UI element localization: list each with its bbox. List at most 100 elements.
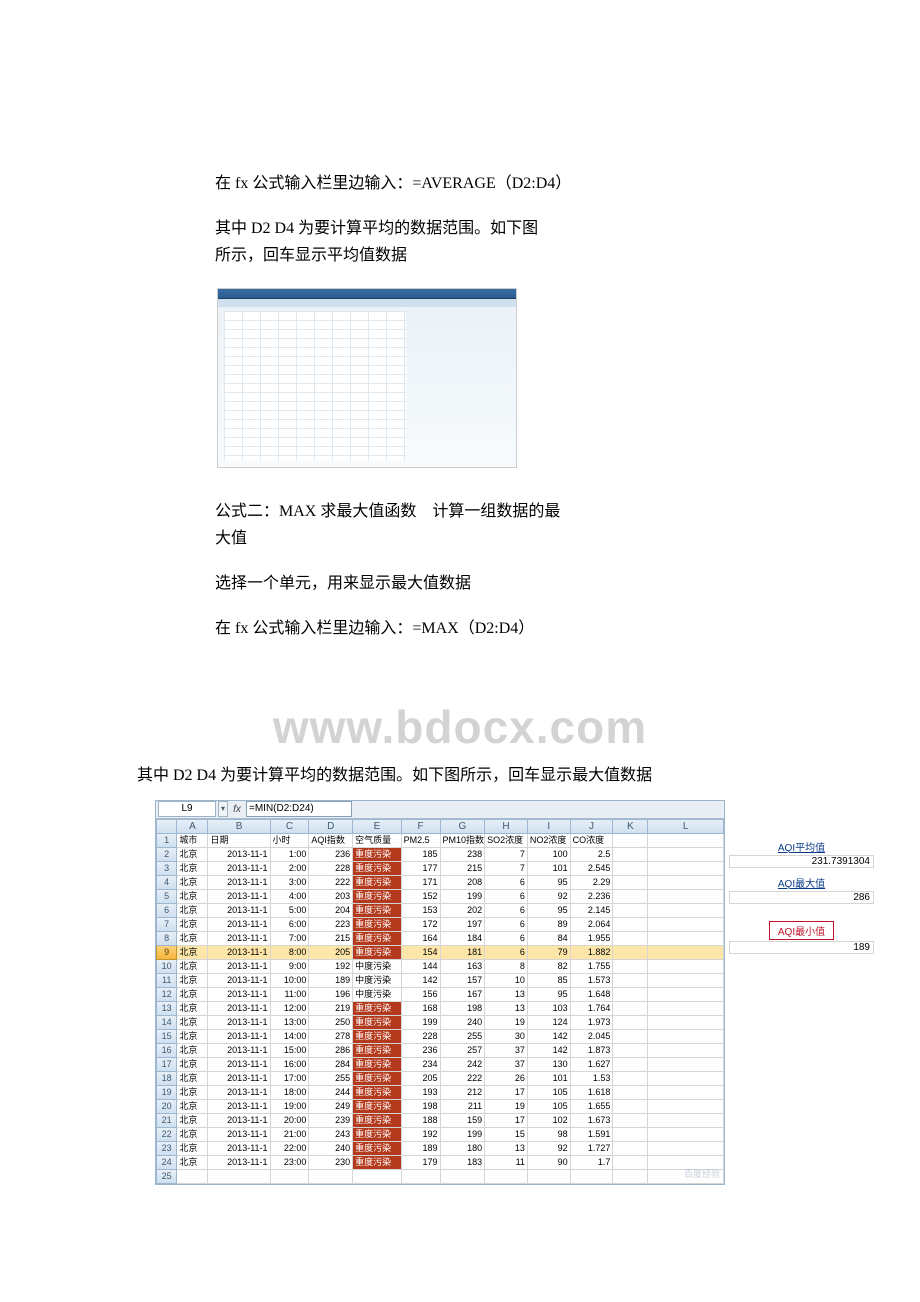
cell[interactable]: 142 bbox=[528, 1030, 571, 1044]
cell[interactable] bbox=[485, 1170, 528, 1184]
cell[interactable]: 156 bbox=[402, 988, 441, 1002]
cell[interactable]: 13 bbox=[485, 1142, 528, 1156]
cell[interactable]: NO2浓度 bbox=[528, 834, 571, 848]
cell[interactable]: 13 bbox=[485, 1002, 528, 1016]
cell[interactable]: 中度污染 bbox=[353, 988, 402, 1002]
cell[interactable]: 98 bbox=[528, 1128, 571, 1142]
row-header[interactable]: 18 bbox=[156, 1072, 177, 1086]
cell[interactable]: 242 bbox=[441, 1058, 486, 1072]
row-header[interactable]: 11 bbox=[156, 974, 177, 988]
cell[interactable]: 2013-11-1 bbox=[208, 1044, 270, 1058]
cell[interactable]: PM10指数 bbox=[441, 834, 486, 848]
cell[interactable]: 222 bbox=[441, 1072, 486, 1086]
cell[interactable]: 北京 bbox=[177, 946, 208, 960]
cell[interactable]: 重度污染 bbox=[353, 1114, 402, 1128]
cell[interactable]: AQI指数 bbox=[309, 834, 353, 848]
cell[interactable]: 211 bbox=[441, 1100, 486, 1114]
cell[interactable]: 15:00 bbox=[271, 1044, 310, 1058]
cell[interactable] bbox=[613, 1170, 648, 1184]
cell[interactable]: 154 bbox=[402, 946, 441, 960]
cell[interactable]: 30 bbox=[485, 1030, 528, 1044]
cell[interactable]: 250 bbox=[309, 1016, 353, 1030]
cell[interactable]: 199 bbox=[441, 890, 486, 904]
cell[interactable]: 199 bbox=[402, 1016, 441, 1030]
row-header[interactable]: 7 bbox=[156, 918, 177, 932]
cell[interactable]: 北京 bbox=[177, 1030, 208, 1044]
cell[interactable]: 1.591 bbox=[571, 1128, 614, 1142]
cell[interactable] bbox=[402, 1170, 441, 1184]
cell[interactable]: 7 bbox=[485, 848, 528, 862]
cell[interactable]: 16:00 bbox=[271, 1058, 310, 1072]
cell[interactable] bbox=[613, 904, 648, 918]
cell[interactable]: 2013-11-1 bbox=[208, 946, 270, 960]
cell[interactable] bbox=[613, 1142, 648, 1156]
cell[interactable] bbox=[613, 890, 648, 904]
cell[interactable]: 小时 bbox=[271, 834, 310, 848]
cell[interactable]: 92 bbox=[528, 1142, 571, 1156]
cell[interactable]: 1.673 bbox=[571, 1114, 614, 1128]
cell[interactable]: 212 bbox=[441, 1086, 486, 1100]
cell[interactable]: 北京 bbox=[177, 1114, 208, 1128]
cell[interactable]: 8:00 bbox=[271, 946, 310, 960]
col-header[interactable]: E bbox=[353, 819, 402, 834]
cell[interactable]: 重度污染 bbox=[353, 1100, 402, 1114]
cell[interactable]: 101 bbox=[528, 1072, 571, 1086]
cell[interactable] bbox=[613, 862, 648, 876]
cell[interactable]: 255 bbox=[309, 1072, 353, 1086]
cell[interactable]: 6 bbox=[485, 932, 528, 946]
row-header[interactable]: 1 bbox=[156, 834, 177, 848]
cell[interactable] bbox=[613, 1128, 648, 1142]
cell[interactable] bbox=[571, 1170, 614, 1184]
cell[interactable]: 北京 bbox=[177, 1058, 208, 1072]
cell[interactable] bbox=[613, 918, 648, 932]
cell[interactable]: 重度污染 bbox=[353, 1156, 402, 1170]
cell[interactable] bbox=[648, 1128, 724, 1142]
cell[interactable]: 177 bbox=[402, 862, 441, 876]
cell[interactable] bbox=[648, 876, 724, 890]
cell[interactable]: 2013-11-1 bbox=[208, 848, 270, 862]
row-header[interactable]: 25 bbox=[156, 1170, 177, 1184]
row-header[interactable]: 22 bbox=[156, 1128, 177, 1142]
cell[interactable]: 189 bbox=[309, 974, 353, 988]
row-header[interactable]: 21 bbox=[156, 1114, 177, 1128]
cell[interactable]: 103 bbox=[528, 1002, 571, 1016]
cell[interactable]: 79 bbox=[528, 946, 571, 960]
cell[interactable]: 19 bbox=[485, 1100, 528, 1114]
col-header[interactable]: D bbox=[309, 819, 353, 834]
cell[interactable]: 167 bbox=[441, 988, 486, 1002]
cell[interactable]: 1.973 bbox=[571, 1016, 614, 1030]
cell[interactable]: 重度污染 bbox=[353, 1058, 402, 1072]
cell[interactable] bbox=[613, 960, 648, 974]
cell[interactable]: 124 bbox=[528, 1016, 571, 1030]
cell[interactable]: 2:00 bbox=[271, 862, 310, 876]
cell[interactable] bbox=[648, 1086, 724, 1100]
cell[interactable]: 6 bbox=[485, 876, 528, 890]
cell[interactable]: 2013-11-1 bbox=[208, 890, 270, 904]
cell[interactable]: 228 bbox=[309, 862, 353, 876]
cell[interactable] bbox=[208, 1170, 270, 1184]
cell[interactable]: 14:00 bbox=[271, 1030, 310, 1044]
cell[interactable]: 北京 bbox=[177, 1002, 208, 1016]
cell[interactable]: 278 bbox=[309, 1030, 353, 1044]
cell[interactable]: 180 bbox=[441, 1142, 486, 1156]
cell[interactable]: 19:00 bbox=[271, 1100, 310, 1114]
row-header[interactable]: 20 bbox=[156, 1100, 177, 1114]
cell[interactable]: 168 bbox=[402, 1002, 441, 1016]
cell[interactable]: 重度污染 bbox=[353, 862, 402, 876]
cell[interactable] bbox=[648, 1030, 724, 1044]
cell[interactable] bbox=[648, 1072, 724, 1086]
cell[interactable]: 4:00 bbox=[271, 890, 310, 904]
cell[interactable]: 22:00 bbox=[271, 1142, 310, 1156]
cell[interactable]: 95 bbox=[528, 904, 571, 918]
cell[interactable]: 2.545 bbox=[571, 862, 614, 876]
cell[interactable]: 171 bbox=[402, 876, 441, 890]
cell[interactable]: 7 bbox=[485, 862, 528, 876]
cell[interactable]: 10 bbox=[485, 974, 528, 988]
cell[interactable]: 202 bbox=[441, 904, 486, 918]
cell[interactable]: 2013-11-1 bbox=[208, 1100, 270, 1114]
cell[interactable]: 6 bbox=[485, 904, 528, 918]
cell[interactable] bbox=[613, 848, 648, 862]
cell[interactable] bbox=[648, 1142, 724, 1156]
cell[interactable] bbox=[648, 918, 724, 932]
cell[interactable]: 10:00 bbox=[271, 974, 310, 988]
